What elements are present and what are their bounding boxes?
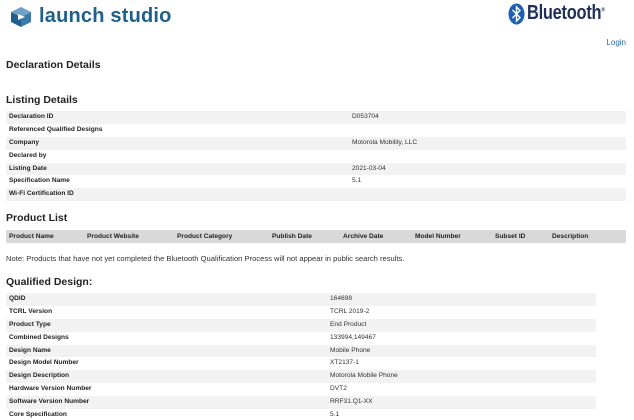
column-header[interactable]: Publish Date: [272, 233, 312, 240]
login-link[interactable]: Login: [606, 38, 626, 47]
column-header[interactable]: Product Website: [87, 233, 139, 240]
table-row: Design Description Motorola Mobile Phone: [6, 370, 596, 384]
qualified-design-heading: Qualified Design:: [6, 276, 93, 288]
table-row: Core Specification 5.1: [9, 411, 340, 419]
product-list-header-row: Product Name Product Website Product Cat…: [6, 230, 626, 243]
app-name: launch studio: [39, 5, 172, 27]
product-list-heading: Product List: [6, 212, 68, 224]
table-row: TCRL Version TCRL 2019-2: [9, 307, 370, 315]
table-row: Declared by: [9, 151, 47, 159]
bluetooth-brand: Bluetooth®: [508, 2, 622, 25]
table-row: Design Name Mobile Phone: [6, 344, 596, 358]
table-row: Software Version Number RRF31.Q1-XX: [6, 396, 596, 410]
bluetooth-rune-icon: [508, 3, 525, 24]
table-row: Wi-Fi Certification ID: [6, 188, 626, 202]
table-row: Hardware Version Number DVT2: [9, 385, 347, 393]
table-row: Specification Name 5.1: [9, 177, 362, 185]
column-header[interactable]: Description: [552, 233, 588, 240]
table-row: Company Motorola Mobility, LLC: [6, 136, 626, 150]
table-row: Listing Date 2021-03-04: [6, 162, 626, 176]
listing-details-heading: Listing Details: [6, 94, 78, 106]
listing-details-table: Declaration ID D053704 Referenced Qualifi…: [6, 111, 626, 202]
table-row: Declaration ID D053704: [6, 111, 626, 124]
table-row: Product Type End Product: [6, 318, 596, 332]
table-row: Referenced Qualified Designs: [9, 125, 103, 133]
launch-studio-logo[interactable]: launch studio: [10, 5, 172, 28]
bluetooth-wordmark: Bluetooth®: [527, 2, 605, 24]
page-title: Declaration Details: [6, 59, 101, 71]
qualified-design-table: QDID 164698 TCRL Version TCRL 2019-2 Produ…: [6, 293, 596, 420]
column-header[interactable]: Archive Date: [343, 233, 383, 240]
product-list-note: Note: Products that have not yet complet…: [6, 254, 405, 263]
column-header[interactable]: Subset ID: [495, 233, 525, 240]
header: launch studio Bluetooth®: [0, 0, 634, 34]
launch-studio-logo-icon: [11, 6, 31, 27]
table-row: Design Model Number XT2137-1: [9, 359, 359, 367]
table-row: Combined Designs 133994,149467: [9, 333, 376, 341]
column-header[interactable]: Model Number: [415, 233, 461, 240]
table-row: QDID 164698: [6, 293, 596, 306]
column-header[interactable]: Product Category: [177, 233, 232, 240]
column-header[interactable]: Product Name: [9, 233, 54, 240]
